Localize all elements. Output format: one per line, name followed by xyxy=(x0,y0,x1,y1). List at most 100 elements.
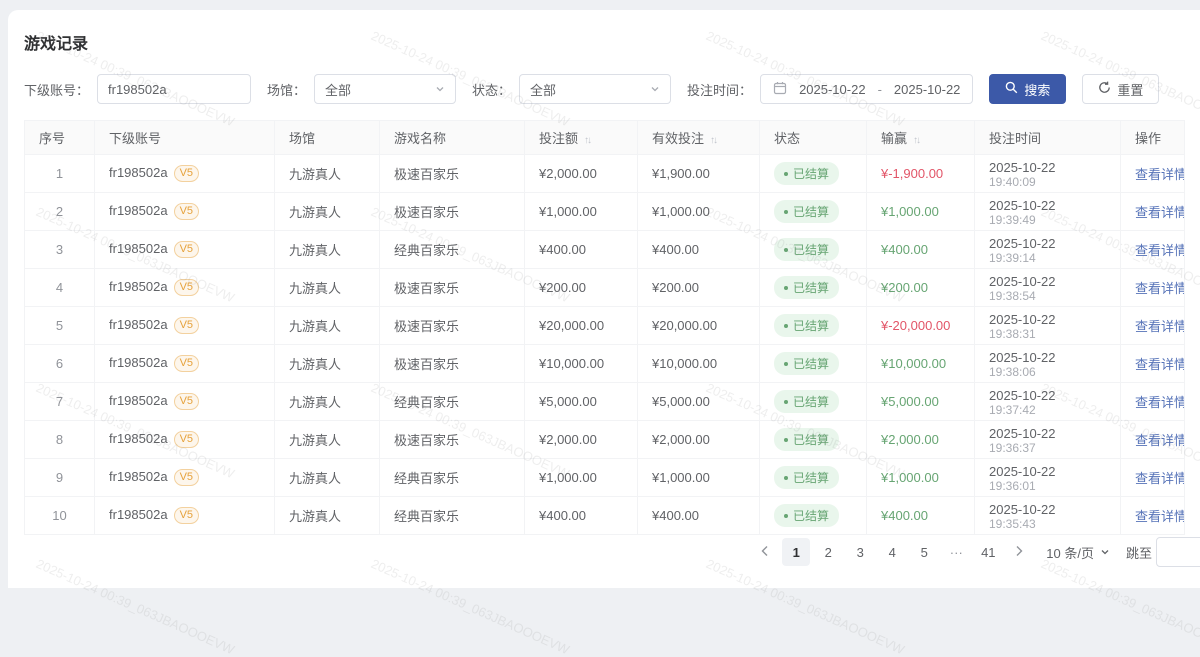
game-name: 经典百家乐 xyxy=(394,243,459,258)
date-range-picker[interactable]: 2025-10-22 - 2025-10-22 xyxy=(760,74,973,104)
account-filter: 下级账号： xyxy=(24,74,251,104)
pagination-page-button[interactable]: 41 xyxy=(974,538,1002,566)
bet-date: 2025-10-22 xyxy=(989,160,1106,175)
win-loss-value: ¥400.00 xyxy=(881,508,928,523)
bet-amount: ¥1,000.00 xyxy=(539,204,597,219)
page-size-select[interactable]: 10 条/页 xyxy=(1046,543,1110,562)
view-details-link[interactable]: 查看详情 xyxy=(1135,433,1185,448)
cell-venue: 九游真人 xyxy=(275,383,380,421)
cell-account: fr198502aV5 xyxy=(95,345,275,383)
view-details-link[interactable]: 查看详情 xyxy=(1135,319,1185,334)
cell-bet-time: 2025-10-2219:38:06 xyxy=(975,345,1121,383)
view-details-link[interactable]: 查看详情 xyxy=(1135,395,1185,410)
cell-action: 查看详情 xyxy=(1121,497,1185,535)
chevron-down-icon xyxy=(435,82,445,97)
pagination-page-button[interactable]: 4 xyxy=(878,538,906,566)
pagination: 12345···41 10 条/页 跳至 xyxy=(752,537,1200,567)
pagination-prev-button[interactable] xyxy=(752,538,778,566)
pagination-page-button[interactable]: 5 xyxy=(910,538,938,566)
bet-time: 19:35:43 xyxy=(989,517,1106,531)
status-dot-icon xyxy=(784,400,788,404)
date-end-value[interactable]: 2025-10-22 xyxy=(894,82,961,97)
cell-status: 已结算 xyxy=(760,383,867,421)
account-label: 下级账号： xyxy=(24,80,89,99)
game-name: 极速百家乐 xyxy=(394,357,459,372)
date-start-value[interactable]: 2025-10-22 xyxy=(799,82,866,97)
status-badge: 已结算 xyxy=(774,238,839,261)
valid-bet: ¥1,000.00 xyxy=(652,204,710,219)
view-details-link[interactable]: 查看详情 xyxy=(1135,243,1185,258)
row-index: 8 xyxy=(56,432,63,447)
cell-game: 极速百家乐 xyxy=(380,345,525,383)
status-select[interactable]: 全部 xyxy=(519,74,671,104)
bet-amount: ¥200.00 xyxy=(539,280,586,295)
valid-bet: ¥5,000.00 xyxy=(652,394,710,409)
venue-name: 九游真人 xyxy=(289,243,341,258)
cell-bet-time: 2025-10-2219:36:37 xyxy=(975,421,1121,459)
game-name: 极速百家乐 xyxy=(394,433,459,448)
column-header: 场馆 xyxy=(275,121,380,155)
refresh-icon xyxy=(1098,81,1111,97)
venue-select[interactable]: 全部 xyxy=(314,74,456,104)
bet-time: 19:36:01 xyxy=(989,479,1106,493)
vip-level-badge: V5 xyxy=(174,241,199,258)
jump-page-input[interactable] xyxy=(1156,537,1200,567)
pagination-page-button[interactable]: 3 xyxy=(846,538,874,566)
account-name: fr198502a xyxy=(109,355,168,370)
win-loss-value: ¥-1,900.00 xyxy=(881,166,943,181)
account-input[interactable] xyxy=(97,74,251,104)
cell-venue: 九游真人 xyxy=(275,497,380,535)
column-header: 操作 xyxy=(1121,121,1185,155)
cell-action: 查看详情 xyxy=(1121,383,1185,421)
column-header: 序号 xyxy=(25,121,95,155)
bet-time: 19:38:06 xyxy=(989,365,1106,379)
view-details-link[interactable]: 查看详情 xyxy=(1135,167,1185,182)
valid-bet: ¥400.00 xyxy=(652,508,699,523)
status-text: 已结算 xyxy=(793,317,829,334)
pagination-page-button[interactable]: 1 xyxy=(782,538,810,566)
cell-account: fr198502aV5 xyxy=(95,193,275,231)
column-header-label: 投注时间 xyxy=(989,131,1041,146)
venue-filter: 场馆： 全部 xyxy=(267,74,456,104)
cell-bet-amount: ¥10,000.00 xyxy=(525,345,638,383)
search-icon xyxy=(1005,81,1018,97)
date-separator: - xyxy=(878,82,882,97)
pagination-page-button[interactable]: 2 xyxy=(814,538,842,566)
valid-bet: ¥10,000.00 xyxy=(652,356,717,371)
cell-action: 查看详情 xyxy=(1121,193,1185,231)
calendar-icon xyxy=(773,81,787,98)
view-details-link[interactable]: 查看详情 xyxy=(1135,281,1185,296)
bet-date: 2025-10-22 xyxy=(989,236,1106,251)
sort-icon[interactable]: ↑↓ xyxy=(584,135,590,146)
search-button[interactable]: 搜索 xyxy=(989,74,1066,104)
pagination-next-button[interactable] xyxy=(1006,538,1032,566)
win-loss-value: ¥5,000.00 xyxy=(881,394,939,409)
view-details-link[interactable]: 查看详情 xyxy=(1135,357,1185,372)
cell-bet-time: 2025-10-2219:37:42 xyxy=(975,383,1121,421)
game-records-card: 游戏记录 下级账号： 场馆： 全部 状态： 全部 xyxy=(8,10,1200,588)
vip-level-badge: V5 xyxy=(174,203,199,220)
row-index: 1 xyxy=(56,166,63,181)
cell-index: 9 xyxy=(25,459,95,497)
game-name: 经典百家乐 xyxy=(394,471,459,486)
valid-bet: ¥2,000.00 xyxy=(652,432,710,447)
account-name: fr198502a xyxy=(109,165,168,180)
cell-valid-bet: ¥2,000.00 xyxy=(638,421,760,459)
status-dot-icon xyxy=(784,172,788,176)
view-details-link[interactable]: 查看详情 xyxy=(1135,509,1185,524)
cell-action: 查看详情 xyxy=(1121,231,1185,269)
account-name: fr198502a xyxy=(109,469,168,484)
cell-account: fr198502aV5 xyxy=(95,155,275,193)
bet-date: 2025-10-22 xyxy=(989,502,1106,517)
status-text: 已结算 xyxy=(793,507,829,524)
cell-game: 经典百家乐 xyxy=(380,497,525,535)
view-details-link[interactable]: 查看详情 xyxy=(1135,205,1185,220)
view-details-link[interactable]: 查看详情 xyxy=(1135,471,1185,486)
account-name: fr198502a xyxy=(109,507,168,522)
sort-icon[interactable]: ↑↓ xyxy=(710,135,716,146)
account-name: fr198502a xyxy=(109,317,168,332)
reset-button[interactable]: 重置 xyxy=(1082,74,1159,104)
column-header-label: 操作 xyxy=(1135,131,1161,146)
sort-icon[interactable]: ↑↓ xyxy=(913,135,919,146)
table-row: 7fr198502aV5九游真人经典百家乐¥5,000.00¥5,000.00已… xyxy=(25,383,1185,421)
